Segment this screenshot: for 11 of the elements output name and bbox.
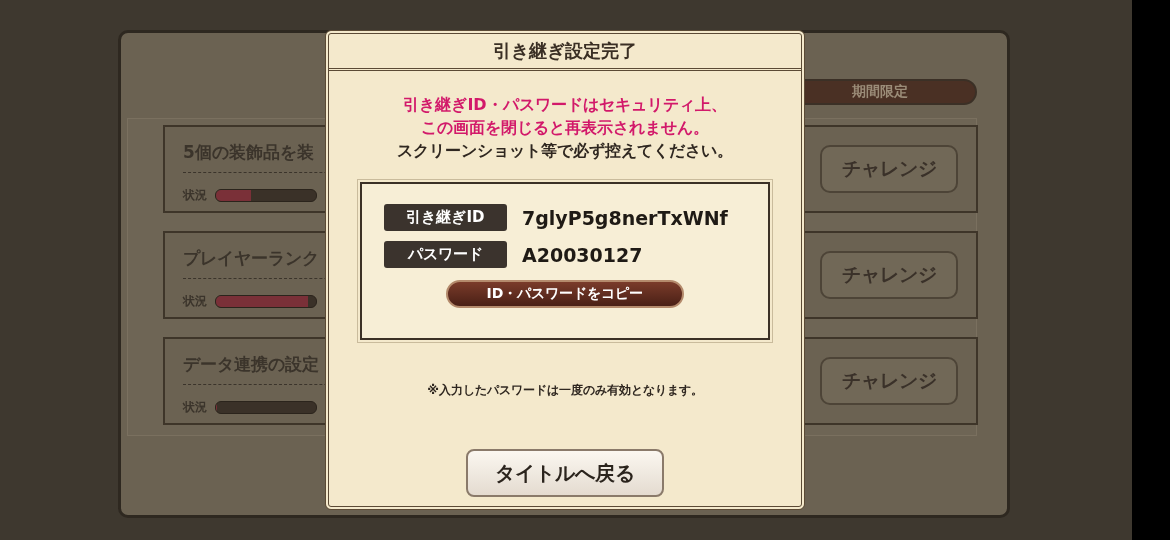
credential-label: パスワード <box>384 241 507 268</box>
dialog-title: 引き継ぎ設定完了 <box>493 39 637 63</box>
note-text: ※入力したパスワードは一度のみ有効となります。 <box>427 382 703 399</box>
credential-value: A20030127 <box>522 243 643 266</box>
instruction-text: スクリーンショット等で必ず控えてください。 <box>397 140 733 162</box>
warning-text: 引き継ぎID・パスワードはセキュリティ上、 <box>403 94 727 116</box>
back-to-title-button[interactable]: タイトルへ戻る <box>466 449 664 497</box>
warning-text: この画面を閉じると再表示されません。 <box>421 117 709 139</box>
copy-button[interactable]: ID・パスワードをコピー <box>446 280 684 308</box>
credential-label: 引き継ぎID <box>384 204 507 231</box>
credential-value: 7glyP5g8nerTxWNf <box>522 206 728 229</box>
